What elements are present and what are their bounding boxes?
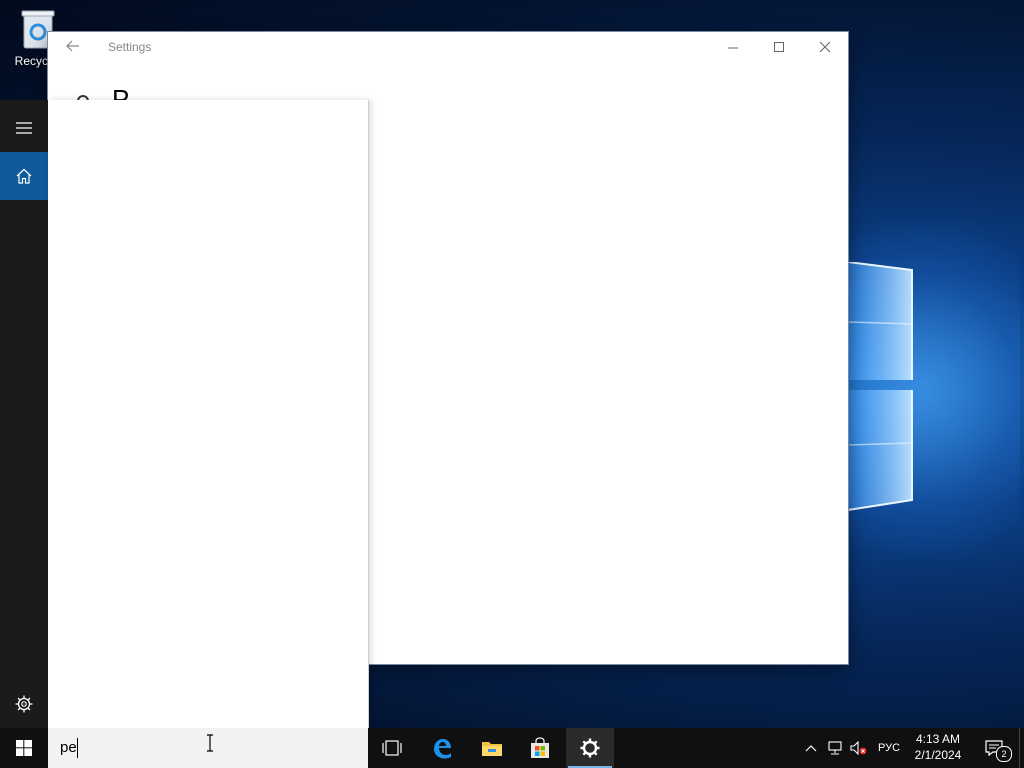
notification-count-badge: 2 [996, 746, 1012, 762]
input-language-indicator[interactable]: РУС [872, 728, 906, 768]
settings-nav-item[interactable] [0, 680, 48, 728]
clock[interactable]: 4:13 AM 2/1/2024 [906, 728, 970, 768]
maximize-button[interactable] [756, 32, 802, 64]
start-button[interactable] [0, 728, 48, 768]
maximize-icon [774, 42, 784, 52]
settings-nav-rail [0, 100, 48, 728]
windows-start-icon [16, 740, 32, 756]
search-results-panel [48, 100, 369, 728]
search-input[interactable]: pe [60, 739, 77, 756]
volume-muted-icon [850, 741, 867, 755]
edge-icon [434, 739, 451, 759]
action-center-button[interactable]: 2 [974, 728, 1014, 768]
taskbar-search-box[interactable]: pe [48, 728, 368, 768]
hamburger-menu-button[interactable] [0, 104, 48, 152]
settings-taskbar-button[interactable] [566, 728, 614, 768]
store-icon [531, 737, 549, 758]
task-view-button[interactable] [368, 728, 416, 768]
clock-time: 4:13 AM [915, 732, 961, 746]
show-desktop-button[interactable] [1019, 728, 1024, 768]
back-arrow-icon [66, 40, 79, 52]
store-button[interactable] [516, 728, 564, 768]
page-heading: Р [112, 84, 130, 100]
minimize-button[interactable] [710, 32, 756, 64]
back-button[interactable] [64, 39, 82, 57]
edge-button[interactable] [418, 728, 466, 768]
ibeam-cursor-icon [207, 734, 213, 752]
windows-logo-wallpaper [847, 262, 913, 511]
close-icon [819, 41, 831, 53]
clock-date: 2/1/2024 [914, 748, 962, 762]
text-caret [77, 738, 78, 758]
network-icon [828, 741, 842, 755]
gear-icon [15, 695, 33, 713]
task-view-icon [382, 740, 402, 756]
settings-titlebar: Settings [48, 32, 848, 64]
close-button[interactable] [802, 32, 848, 64]
minimize-icon [728, 47, 738, 49]
window-title: Settings [108, 40, 152, 54]
file-explorer-icon [482, 742, 502, 756]
hamburger-icon [16, 122, 32, 134]
home-icon [16, 168, 32, 184]
chevron-up-icon [805, 745, 817, 752]
settings-gear-icon [580, 738, 600, 758]
network-tray-button[interactable] [824, 728, 846, 768]
home-nav-item[interactable] [0, 152, 48, 200]
show-hidden-icons-button[interactable] [800, 728, 822, 768]
volume-tray-button[interactable] [848, 728, 870, 768]
file-explorer-button[interactable] [468, 728, 516, 768]
taskbar: pe РУС 4:13 AM 2/1/2024 2 [0, 728, 1024, 768]
